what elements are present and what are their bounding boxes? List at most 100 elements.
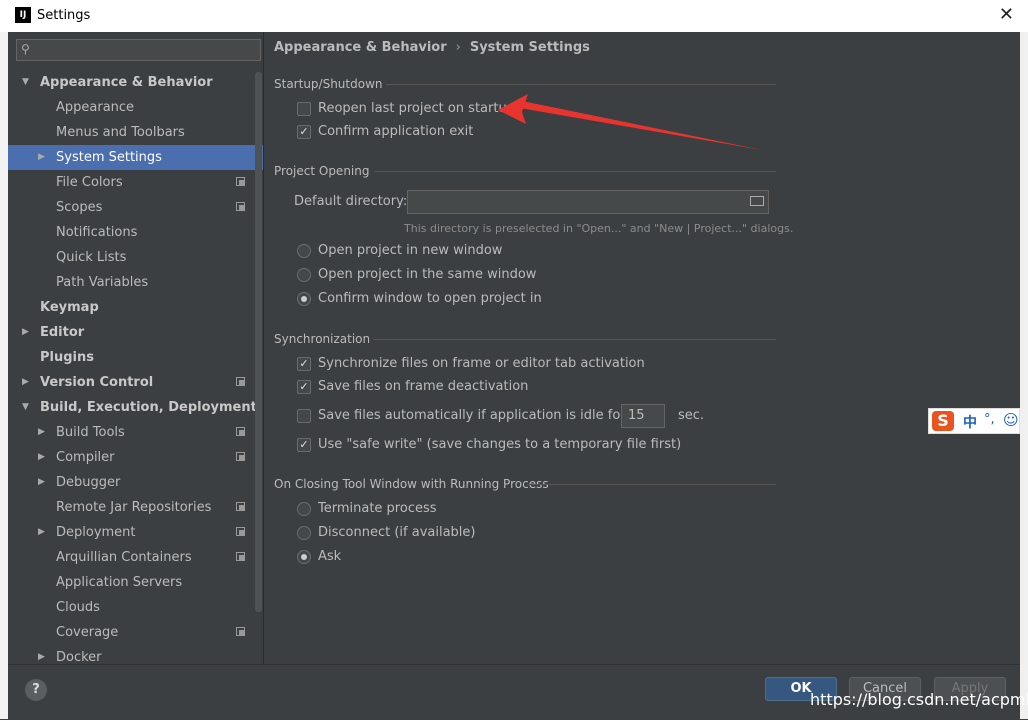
sidebar-item[interactable]: ▶ Docker xyxy=(8,645,263,664)
watermark: https://blog.csdn.net/acpmbe xyxy=(810,690,1028,709)
settings-search-input[interactable]: ⚲ xyxy=(16,39,261,61)
radio-label: Terminate process xyxy=(318,501,437,516)
sidebar-item[interactable]: ▶ Compiler xyxy=(8,445,263,470)
project-scope-icon xyxy=(236,377,245,386)
checkbox-label: Confirm application exit xyxy=(318,124,474,139)
sidebar-item[interactable]: Application Servers xyxy=(8,570,263,595)
radio-label: Open project in the same window xyxy=(318,267,537,282)
sidebar-item[interactable]: Appearance xyxy=(8,95,263,120)
checkbox-box[interactable]: ✓ xyxy=(297,380,311,394)
sidebar-item-label: Compiler xyxy=(56,450,115,465)
project-scope-icon xyxy=(236,202,245,211)
checkbox-box[interactable] xyxy=(297,102,311,116)
chevron-right-icon[interactable]: ▶ xyxy=(38,645,45,664)
breadcrumb-current: System Settings xyxy=(469,40,590,55)
checkbox-label: Save files on frame deactivation xyxy=(318,379,529,394)
chevron-right-icon[interactable]: ▶ xyxy=(22,370,29,395)
breadcrumb-parent[interactable]: Appearance & Behavior xyxy=(274,40,447,55)
radio-button[interactable] xyxy=(297,292,311,306)
sidebar-item[interactable]: ▶ Version Control xyxy=(8,370,263,395)
sidebar-item-label: Scopes xyxy=(56,200,103,215)
sidebar-item[interactable]: Arquillian Containers xyxy=(8,545,263,570)
sidebar-item[interactable]: ▶ Editor xyxy=(8,320,263,345)
sidebar-item[interactable]: ▼ Appearance & Behavior xyxy=(8,70,263,95)
sidebar-item[interactable]: Keymap xyxy=(8,295,263,320)
folder-icon[interactable] xyxy=(750,196,764,206)
project-scope-icon xyxy=(236,452,245,461)
project-scope-icon xyxy=(236,527,245,536)
idle-seconds-unit: sec. xyxy=(678,408,705,423)
chevron-right-icon[interactable]: ▶ xyxy=(38,420,45,445)
divider xyxy=(374,171,776,172)
close-icon[interactable]: ✕ xyxy=(999,4,1014,25)
radio-button[interactable] xyxy=(297,526,311,540)
chevron-right-icon[interactable]: ▶ xyxy=(38,445,45,470)
sidebar-item[interactable]: Remote Jar Repositories xyxy=(8,495,263,520)
sidebar-item-label: File Colors xyxy=(56,175,123,190)
chevron-right-icon[interactable]: ▶ xyxy=(38,470,45,495)
sidebar-scrollbar[interactable] xyxy=(255,72,262,612)
sidebar-item[interactable]: ▶ System Settings xyxy=(8,145,263,170)
checkbox-box[interactable] xyxy=(297,409,311,423)
idle-seconds-input[interactable]: 15 xyxy=(621,404,665,428)
ime-punctuation[interactable]: °, xyxy=(984,412,995,427)
sidebar-item-label: Plugins xyxy=(40,350,94,365)
radio-button[interactable] xyxy=(297,268,311,282)
startup-group-title: Startup/Shutdown xyxy=(274,77,383,91)
chevron-right-icon[interactable]: ▶ xyxy=(38,145,45,170)
chevron-right-icon[interactable]: ▶ xyxy=(38,520,45,545)
radio-button[interactable] xyxy=(297,550,311,564)
background-window-left xyxy=(0,32,8,719)
sidebar-item[interactable]: ▶ Debugger xyxy=(8,470,263,495)
radio-label: Disconnect (if available) xyxy=(318,525,476,540)
sidebar-item[interactable]: Scopes xyxy=(8,195,263,220)
ime-toolbar[interactable]: S 中 °, ☺ xyxy=(928,408,1020,434)
project-scope-icon xyxy=(236,177,245,186)
sidebar-item[interactable]: Coverage xyxy=(8,620,263,645)
sidebar-item[interactable]: Path Variables xyxy=(8,270,263,295)
synchronization-group-title: Synchronization xyxy=(274,332,371,346)
sidebar-item-label: Keymap xyxy=(40,300,99,315)
settings-dialog: ⚲ ▼ Appearance & Behavior Appearance Menus … xyxy=(8,32,1020,720)
help-icon[interactable]: ? xyxy=(25,679,47,701)
chevron-down-icon[interactable]: ▼ xyxy=(22,70,29,95)
divider xyxy=(386,84,776,85)
chevron-down-icon[interactable]: ▼ xyxy=(22,395,29,420)
ime-mode[interactable]: 中 xyxy=(963,412,977,432)
checkbox-label: Save files automatically if application … xyxy=(318,408,626,423)
default-directory-field[interactable] xyxy=(407,190,769,214)
project-scope-icon xyxy=(236,552,245,561)
sidebar-item[interactable]: Notifications xyxy=(8,220,263,245)
checkbox-box[interactable]: ✓ xyxy=(297,125,311,139)
checkbox-box[interactable]: ✓ xyxy=(297,438,311,452)
sidebar-item[interactable]: Menus and Toolbars xyxy=(8,120,263,145)
sidebar-item-label: Path Variables xyxy=(56,275,149,290)
sidebar-item-label: Appearance & Behavior xyxy=(40,75,213,90)
sidebar-item[interactable]: Plugins xyxy=(8,345,263,370)
sogou-logo-icon[interactable]: S xyxy=(932,411,954,431)
project-opening-group-title: Project Opening xyxy=(274,164,370,178)
sidebar-item-label: Appearance xyxy=(56,100,135,115)
checkbox-label: Reopen last project on startup xyxy=(318,101,515,116)
sidebar-item-label: Debugger xyxy=(56,475,121,490)
window-titlebar: IJ Settings ✕ xyxy=(0,0,1028,33)
project-scope-icon xyxy=(236,627,245,636)
sidebar-item[interactable]: ▶ Deployment xyxy=(8,520,263,545)
sidebar-item-label: Arquillian Containers xyxy=(56,550,192,565)
project-scope-icon xyxy=(236,427,245,436)
smiley-icon[interactable]: ☺ xyxy=(1003,411,1019,429)
checkbox-label: Use "safe write" (save changes to a temp… xyxy=(318,437,682,452)
radio-button[interactable] xyxy=(297,244,311,258)
sidebar-item-label: Quick Lists xyxy=(56,250,127,265)
sidebar-item[interactable]: Quick Lists xyxy=(8,245,263,270)
sidebar-item[interactable]: ▶ Build Tools xyxy=(8,420,263,445)
sidebar-item[interactable]: ▼ Build, Execution, Deployment xyxy=(8,395,263,420)
default-directory-hint: This directory is preselected in "Open..… xyxy=(404,222,794,235)
sidebar-item[interactable]: File Colors xyxy=(8,170,263,195)
sidebar-item[interactable]: Clouds xyxy=(8,595,263,620)
chevron-right-icon[interactable]: ▶ xyxy=(22,320,29,345)
breadcrumb-separator: › xyxy=(455,40,461,55)
checkbox-box[interactable]: ✓ xyxy=(297,357,311,371)
radio-label: Confirm window to open project in xyxy=(318,291,542,306)
radio-button[interactable] xyxy=(297,502,311,516)
